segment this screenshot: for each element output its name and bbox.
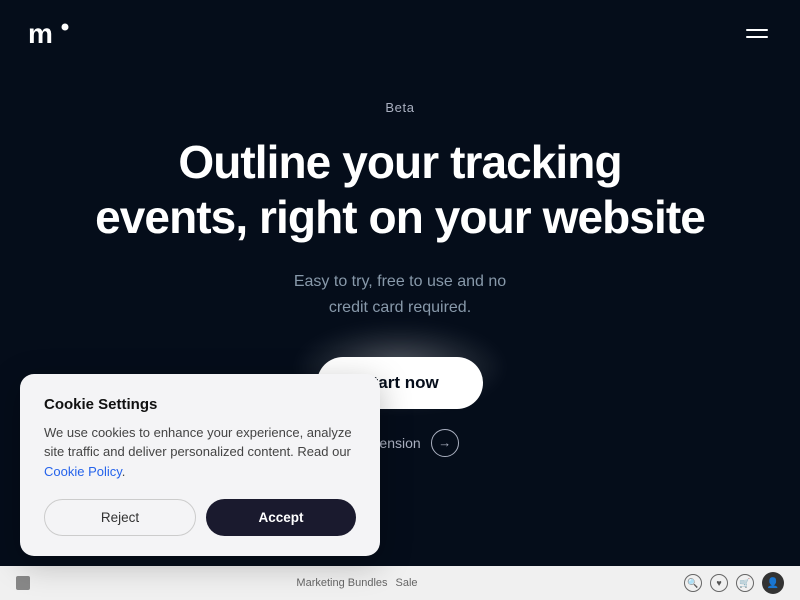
accept-button[interactable]: Accept [206, 499, 356, 536]
bottom-bar-left [16, 576, 30, 590]
hero-subtitle: Easy to try, free to use and no credit c… [294, 269, 506, 320]
logo-icon: m [28, 18, 72, 48]
reject-button[interactable]: Reject [44, 499, 196, 536]
cart-icon[interactable]: 🛒 [736, 574, 754, 592]
bottom-bar: Marketing Bundles Sale 🔍 ♥ 🛒 👤 [0, 566, 800, 600]
hero-title: Outline your tracking events, right on y… [95, 135, 705, 245]
arrow-right-icon: → [431, 429, 459, 457]
cookie-body-text: We use cookies to enhance your experienc… [44, 423, 356, 482]
search-icon[interactable]: 🔍 [684, 574, 702, 592]
tag-marketing: Marketing Bundles [296, 577, 387, 589]
heart-icon[interactable]: ♥ [710, 574, 728, 592]
cookie-buttons: Reject Accept [44, 499, 356, 536]
site-header: m [0, 0, 800, 66]
menu-button[interactable] [742, 25, 772, 42]
cookie-title: Cookie Settings [44, 396, 356, 413]
favicon [16, 576, 30, 590]
bottom-bar-tags: Marketing Bundles Sale [296, 577, 417, 589]
bottom-bar-icons: 🔍 ♥ 🛒 👤 [684, 572, 784, 594]
user-avatar-icon[interactable]: 👤 [762, 572, 784, 594]
logo[interactable]: m [28, 18, 72, 48]
cookie-policy-link[interactable]: Cookie Policy [44, 464, 122, 479]
beta-badge: Beta [385, 100, 414, 115]
svg-text:m: m [28, 18, 53, 48]
cookie-banner: Cookie Settings We use cookies to enhanc… [20, 374, 380, 557]
tag-sale: Sale [396, 577, 418, 589]
